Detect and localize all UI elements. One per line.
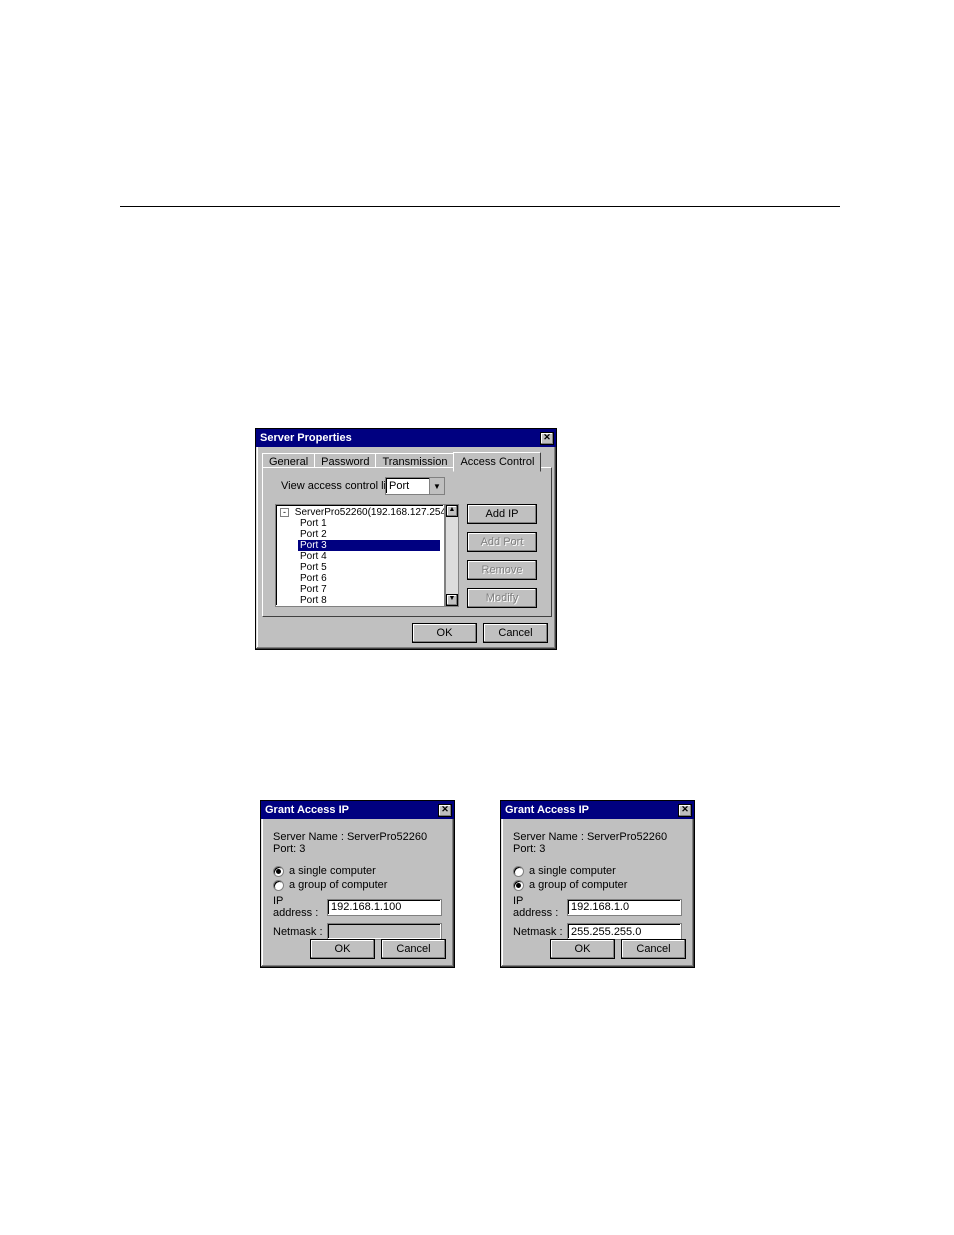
- titlebar: Server Properties ✕: [256, 429, 556, 447]
- cancel-button[interactable]: Cancel: [621, 939, 686, 959]
- tree-root-label: ServerPro52260(192.168.127.254): [295, 507, 445, 518]
- dialog-title: Grant Access IP: [505, 804, 678, 816]
- radio-single-row[interactable]: a single computer: [273, 865, 442, 877]
- tree-port-item[interactable]: Port 5: [298, 562, 440, 573]
- radio-single-label: a single computer: [529, 865, 616, 877]
- server-properties-dialog: Server Properties ✕ General Password Tra…: [255, 428, 557, 650]
- view-by-combo[interactable]: Port ▼: [385, 477, 445, 495]
- view-by-combo-value: Port: [386, 478, 429, 494]
- remove-button: Remove: [467, 560, 537, 580]
- server-name-label: Server Name : ServerPro52260: [513, 831, 682, 843]
- scroll-down-icon[interactable]: ▼: [446, 594, 458, 606]
- tab-access-control[interactable]: Access Control: [453, 452, 541, 472]
- titlebar: Grant Access IP ✕: [501, 801, 694, 819]
- radio-single-label: a single computer: [289, 865, 376, 877]
- add-port-button: Add Port: [467, 532, 537, 552]
- close-icon[interactable]: ✕: [678, 804, 692, 817]
- tree-port-item[interactable]: Port 8: [298, 595, 440, 606]
- dialog-title: Grant Access IP: [265, 804, 438, 816]
- tree-port-item[interactable]: Port 2: [298, 529, 440, 540]
- tree-port-item[interactable]: Port 7: [298, 584, 440, 595]
- add-ip-button[interactable]: Add IP: [467, 504, 537, 524]
- ok-button[interactable]: OK: [310, 939, 375, 959]
- cancel-button[interactable]: Cancel: [381, 939, 446, 959]
- tree-port-item[interactable]: Port 3: [298, 540, 440, 551]
- grant-access-dialog-group: Grant Access IP ✕ Server Name : ServerPr…: [500, 800, 695, 968]
- ip-address-label: IP address :: [513, 895, 563, 919]
- grant-access-dialog-single: Grant Access IP ✕ Server Name : ServerPr…: [260, 800, 455, 968]
- titlebar: Grant Access IP ✕: [261, 801, 454, 819]
- tree-port-item[interactable]: Port 4: [298, 551, 440, 562]
- port-label: Port: 3: [273, 843, 442, 855]
- port-label: Port: 3: [513, 843, 682, 855]
- close-icon[interactable]: ✕: [438, 804, 452, 817]
- tab-body: View access control list by : Port ▼ - S…: [262, 467, 552, 617]
- radio-group[interactable]: [273, 880, 284, 891]
- radio-group-label: a group of computer: [529, 879, 627, 891]
- tree-scrollbar[interactable]: ▲ ▼: [445, 504, 459, 607]
- tree-port-item[interactable]: Port 6: [298, 573, 440, 584]
- page-divider: [120, 206, 840, 207]
- dialog-footer: OK Cancel: [412, 623, 548, 643]
- chevron-down-icon[interactable]: ▼: [429, 478, 444, 494]
- netmask-field: [327, 923, 442, 940]
- side-button-group: Add IP Add Port Remove Modify: [467, 504, 537, 608]
- port-tree[interactable]: - ServerPro52260(192.168.127.254) Port 1…: [275, 504, 445, 607]
- radio-group[interactable]: [513, 880, 524, 891]
- server-name-label: Server Name : ServerPro52260: [273, 831, 442, 843]
- dialog-title: Server Properties: [260, 432, 540, 444]
- close-icon[interactable]: ✕: [540, 432, 554, 445]
- radio-group-row[interactable]: a group of computer: [273, 879, 442, 891]
- modify-button: Modify: [467, 588, 537, 608]
- netmask-field[interactable]: 255.255.255.0: [567, 923, 682, 940]
- ip-address-field[interactable]: 192.168.1.100: [327, 899, 442, 916]
- ok-button[interactable]: OK: [550, 939, 615, 959]
- cancel-button[interactable]: Cancel: [483, 623, 548, 643]
- ok-button[interactable]: OK: [412, 623, 477, 643]
- grant-info: Server Name : ServerPro52260 Port: 3: [513, 831, 682, 855]
- ip-address-label: IP address :: [273, 895, 323, 919]
- radio-single-row[interactable]: a single computer: [513, 865, 682, 877]
- tree-collapse-icon[interactable]: -: [280, 508, 289, 517]
- grant-info: Server Name : ServerPro52260 Port: 3: [273, 831, 442, 855]
- tree-port-item[interactable]: Port 1: [298, 518, 440, 529]
- tree-port-item[interactable]: Port 9: [298, 606, 440, 607]
- ip-address-field[interactable]: 192.168.1.0: [567, 899, 682, 916]
- radio-group-row[interactable]: a group of computer: [513, 879, 682, 891]
- radio-single[interactable]: [273, 866, 284, 877]
- radio-single[interactable]: [513, 866, 524, 877]
- netmask-label: Netmask :: [273, 926, 323, 938]
- scroll-up-icon[interactable]: ▲: [446, 505, 458, 517]
- netmask-label: Netmask :: [513, 926, 563, 938]
- radio-group-label: a group of computer: [289, 879, 387, 891]
